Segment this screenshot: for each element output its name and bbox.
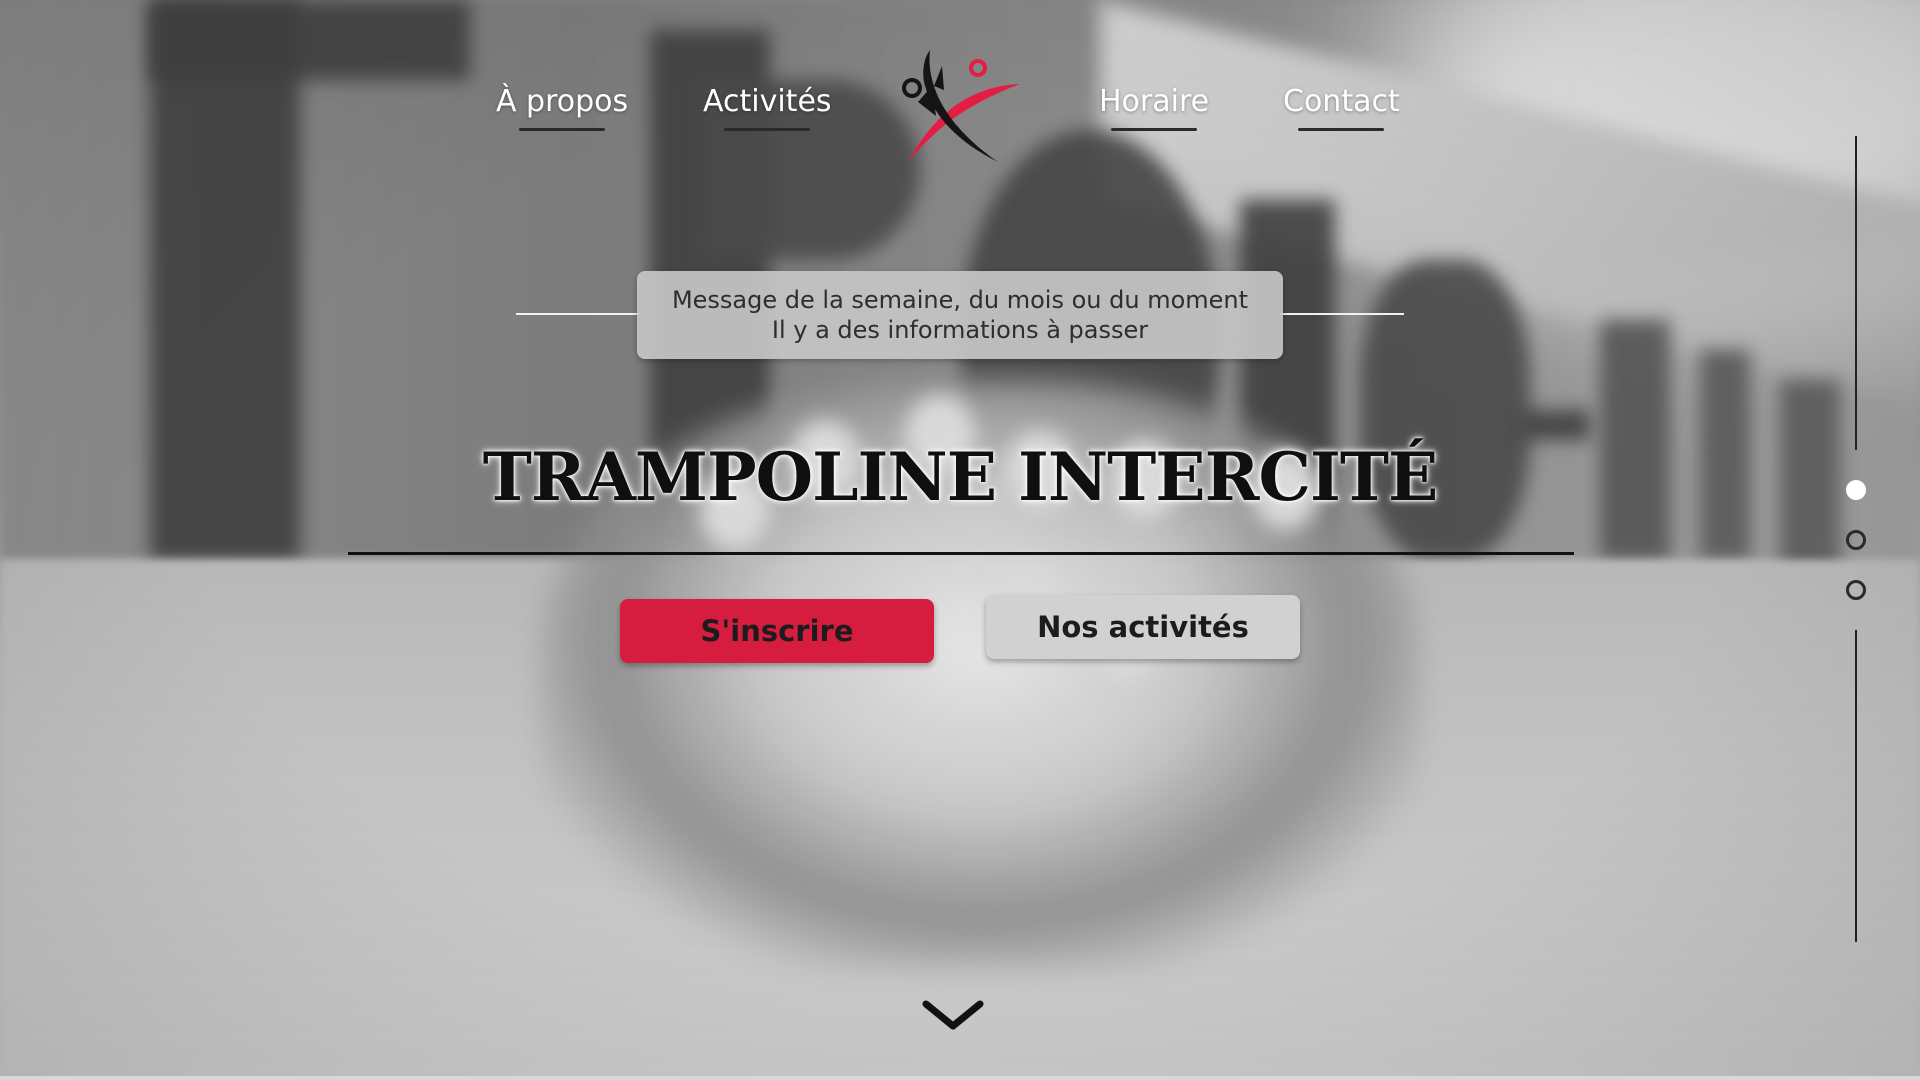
slide-dot-1[interactable] (1846, 480, 1866, 500)
hero-title: TRAMPOLINE INTERCITÉ (482, 438, 1439, 516)
title-underline (348, 552, 1574, 555)
nav-link-contact[interactable]: Contact (1283, 84, 1400, 131)
announcement-line-1: Message de la semaine, du mois ou du mom… (671, 286, 1249, 314)
signup-button[interactable]: S'inscrire (620, 599, 934, 663)
message-divider-right (1280, 313, 1404, 315)
activities-button[interactable]: Nos activités (986, 595, 1300, 659)
nav-link-activities-label: Activités (703, 84, 832, 119)
slide-dot-3[interactable] (1846, 580, 1866, 600)
nav-underline (1298, 128, 1385, 131)
nav-link-schedule-label: Horaire (1099, 84, 1210, 119)
nav-link-about[interactable]: À propos (496, 84, 629, 131)
nav-underline (519, 128, 606, 131)
site-logo[interactable] (898, 46, 1022, 164)
nav-link-schedule[interactable]: Horaire (1099, 84, 1210, 131)
chevron-down-icon[interactable] (922, 998, 984, 1034)
slide-dot-2[interactable] (1846, 530, 1866, 550)
nav-underline (724, 128, 811, 131)
acrobat-logo-icon (902, 50, 1020, 162)
announcement-box: Message de la semaine, du mois ou du mom… (637, 271, 1283, 359)
nav-link-contact-label: Contact (1283, 84, 1400, 119)
message-divider-left (516, 313, 640, 315)
slide-nav-line-bottom (1855, 630, 1857, 942)
nav-link-activities[interactable]: Activités (703, 84, 832, 131)
nav-underline (1111, 128, 1198, 131)
slide-nav-line-top (1855, 136, 1857, 450)
page-bottom-edge (0, 1076, 1920, 1080)
announcement-line-2: Il y a des informations à passer (771, 316, 1149, 344)
nav-link-about-label: À propos (496, 84, 629, 119)
